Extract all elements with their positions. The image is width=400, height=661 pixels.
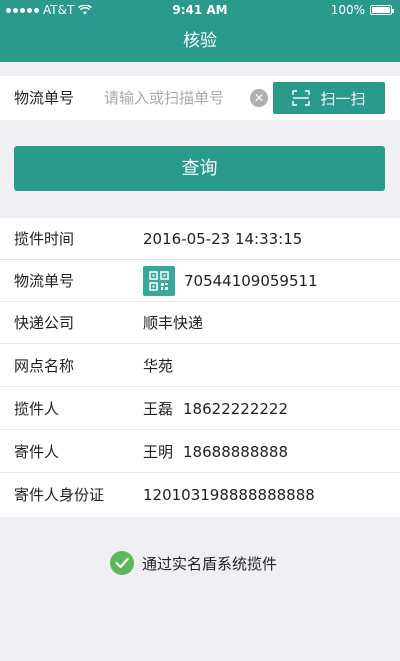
scan-icon	[292, 90, 311, 106]
courier-label: 快递公司	[14, 314, 75, 332]
collector-name: 王磊	[143, 400, 174, 418]
sender-value: 王明 18688888888	[143, 431, 288, 473]
verification-note: 通过实名盾系统揽件	[110, 550, 277, 576]
detail-row-collector: 揽件人 王磊 18622222222	[0, 388, 400, 430]
detail-row-sender: 寄件人 王明 18688888888	[0, 431, 400, 473]
page-title: 核验	[183, 31, 217, 51]
sender-id-value: 120103198888888888	[143, 486, 315, 504]
check-circle-icon	[110, 551, 134, 575]
outlet-value: 华苑	[143, 357, 174, 375]
tracking-number-input[interactable]	[104, 84, 244, 112]
tracking-number-label: 物流单号	[14, 272, 75, 290]
verification-text: 通过实名盾系统揽件	[142, 554, 278, 573]
outlet-label: 网点名称	[14, 357, 75, 375]
sender-id-label: 寄件人身份证	[14, 486, 105, 504]
details-list: 揽件时间 2016-05-23 14:33:15 物流单号 7054410905…	[0, 218, 400, 517]
status-right: 100%	[330, 0, 394, 20]
clear-icon[interactable]: ✕	[250, 89, 268, 107]
search-label: 物流单号	[14, 89, 75, 107]
pickup-time-value: 2016-05-23 14:33:15	[143, 230, 303, 248]
top-bar: AT&T 9:41 AM 100% 核验	[0, 0, 400, 62]
collector-label: 揽件人	[14, 400, 60, 418]
collector-phone: 18622222222	[183, 400, 288, 418]
detail-row-courier: 快递公司 顺丰快递	[0, 302, 400, 344]
courier-value: 顺丰快递	[143, 314, 204, 332]
tracking-number-value: 70544109059511	[184, 272, 318, 290]
scan-button[interactable]: 扫一扫	[273, 82, 385, 114]
search-row: 物流单号 ✕ 扫一扫	[0, 76, 400, 120]
status-bar: AT&T 9:41 AM 100%	[0, 0, 400, 20]
sender-name: 王明	[143, 443, 174, 461]
sender-label: 寄件人	[14, 443, 60, 461]
sender-phone: 18688888888	[183, 443, 288, 461]
battery-icon	[370, 5, 394, 15]
qr-code-icon[interactable]	[143, 266, 175, 296]
detail-row-sender-id: 寄件人身份证 120103198888888888	[0, 474, 400, 516]
detail-row-pickup-time: 揽件时间 2016-05-23 14:33:15	[0, 218, 400, 260]
collector-value: 王磊 18622222222	[143, 388, 288, 430]
scan-button-label: 扫一扫	[320, 89, 366, 108]
pickup-time-label: 揽件时间	[14, 230, 75, 248]
detail-row-outlet: 网点名称 华苑	[0, 345, 400, 387]
detail-row-tracking-number: 物流单号 70544109059511	[0, 260, 400, 302]
query-button[interactable]: 查询	[14, 146, 385, 191]
battery-percent: 100%	[330, 3, 365, 17]
